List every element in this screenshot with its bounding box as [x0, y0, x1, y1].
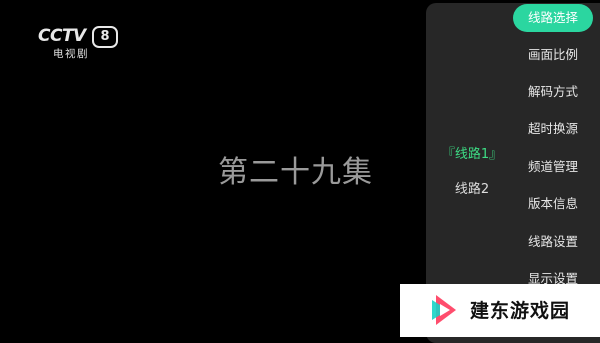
channel-logo: CCTV 8 电视剧 — [38, 26, 118, 60]
channel-logo-text: CCTV — [38, 26, 86, 46]
watermark-logo-icon — [432, 295, 456, 325]
watermark: 建东游戏园 — [400, 284, 600, 337]
menu-item-version-info[interactable]: 版本信息 — [515, 192, 591, 216]
menu-item-timeout-switch[interactable]: 超时换源 — [515, 117, 591, 141]
menu-item-route-select[interactable]: 线路选择 — [513, 4, 593, 32]
channel-logo-number: 8 — [92, 26, 118, 48]
watermark-text: 建东游戏园 — [470, 300, 571, 322]
episode-title: 第二十九集 — [218, 155, 373, 190]
route-item-2[interactable]: 线路2 — [432, 178, 512, 197]
menu-item-aspect-ratio[interactable]: 画面比例 — [515, 43, 591, 67]
menu-item-channel-manage[interactable]: 频道管理 — [515, 155, 591, 179]
menu-item-decoding[interactable]: 解码方式 — [515, 80, 591, 104]
channel-logo-subtitle: 电视剧 — [53, 48, 89, 60]
route-item-1[interactable]: 『线路1』 — [432, 143, 512, 162]
menu-item-route-settings[interactable]: 线路设置 — [515, 230, 591, 254]
